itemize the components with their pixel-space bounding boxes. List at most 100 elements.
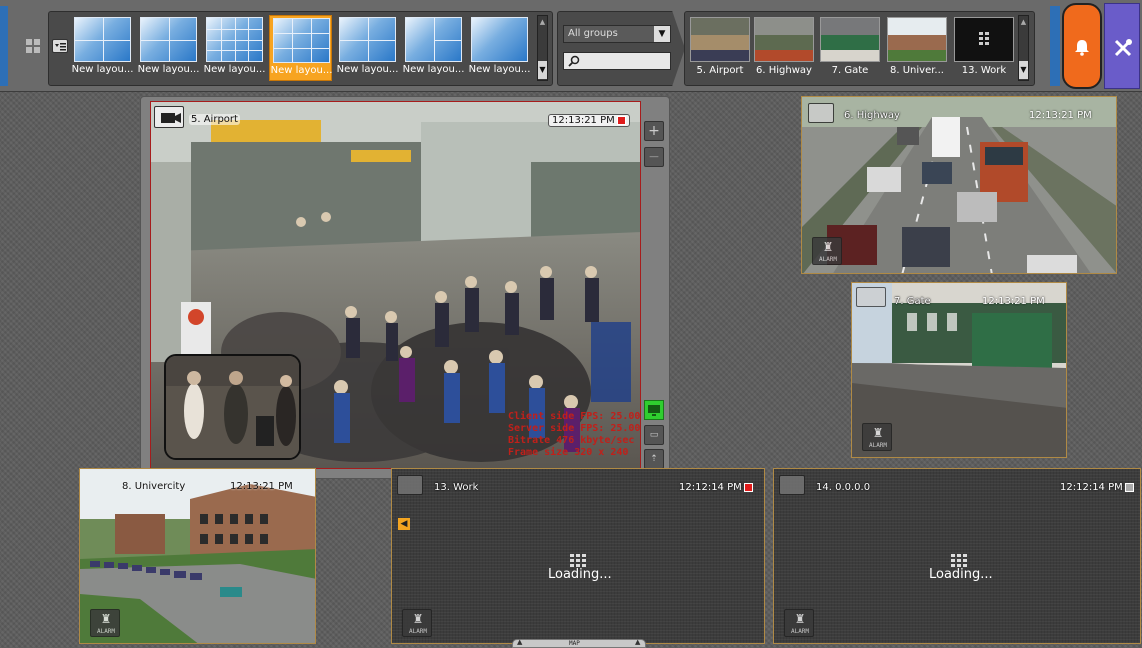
export-icon[interactable]: ⇡: [644, 449, 664, 469]
layout-thumb[interactable]: New layou...: [269, 15, 332, 81]
alarm-button[interactable]: [1062, 3, 1102, 89]
toolbar-left-edge: [0, 6, 8, 86]
camera-thumb-label: 13. Work: [961, 65, 1007, 76]
camera-time: 12:13:21 PM: [230, 481, 293, 492]
chevron-down-icon[interactable]: ▼: [654, 26, 670, 42]
camera-preview: [754, 17, 814, 62]
camera-thumb-label: 5. Airport: [696, 65, 744, 76]
camera-menu-icon[interactable]: [856, 287, 886, 307]
camera-name-label: 8. Univercity: [122, 481, 186, 492]
layout-preview-icon: [140, 17, 197, 62]
stat-frame-size: Frame size 320 x 240: [508, 447, 629, 458]
camera-menu-icon[interactable]: [154, 106, 184, 128]
camera-preview: [690, 17, 750, 62]
camera-name-label: 13. Work: [434, 482, 479, 493]
scroll-down-icon[interactable]: ▼: [538, 61, 547, 79]
loading-icon: [569, 553, 587, 567]
alarm-label: ALARM: [96, 628, 116, 635]
record-icon: [616, 115, 626, 125]
camera-name-label: 14. 0.0.0.0: [816, 482, 871, 493]
camera-menu-icon[interactable]: [397, 475, 423, 495]
camera-time-text: 12:12:14 PM: [679, 482, 742, 493]
map-tab-label: MAP: [569, 640, 580, 647]
viewport-airport[interactable]: 5. Airport 12:13:21 PM Client side FPS: …: [150, 101, 641, 469]
layout-label: New layou...: [402, 64, 465, 75]
chevron-up-icon: ▲: [517, 638, 523, 646]
layouts-scrollbar[interactable]: ▲ ▼: [537, 15, 548, 81]
alarm-button[interactable]: ♜ ALARM: [862, 423, 892, 451]
stream-stats: Client side FPS: 25.00 Server side FPS: …: [508, 411, 640, 459]
loading-text: Loading...: [929, 567, 993, 582]
viewport-ip[interactable]: 14. 0.0.0.0 12:12:14 PM Loading... ♜ ALA…: [773, 468, 1141, 644]
zoom-out-button[interactable]: −: [644, 147, 664, 167]
camera-preview: [820, 17, 880, 62]
layout-preview-icon: [273, 18, 330, 63]
layout-thumb[interactable]: New layou...: [336, 15, 399, 81]
camera-thumb-label: 7. Gate: [831, 65, 869, 76]
alarm-label: ALARM: [790, 628, 810, 635]
layout-thumb[interactable]: New layou...: [137, 15, 200, 81]
camera-name-label: 6. Highway: [844, 110, 900, 121]
camera-name-label: 5. Airport: [189, 114, 240, 125]
camera-time: 12:13:21 PM: [982, 296, 1045, 307]
group-select[interactable]: All groups ▼: [563, 25, 671, 43]
layout-thumb[interactable]: New layou...: [71, 15, 134, 81]
scroll-down-icon[interactable]: ▼: [1019, 61, 1028, 79]
alarm-button[interactable]: ♜ ALARM: [812, 237, 842, 265]
viewport-gate[interactable]: 7. Gate 12:13:21 PM ♜ ALARM: [851, 282, 1067, 458]
search-icon: [568, 55, 580, 67]
alarm-label: ALARM: [408, 628, 428, 635]
settings-button[interactable]: [1104, 3, 1140, 89]
bell-icon: [1075, 40, 1089, 56]
camera-menu-icon[interactable]: [779, 475, 805, 495]
loading-text: Loading...: [548, 567, 612, 582]
zoom-inset[interactable]: [164, 354, 301, 460]
alarm-label: ALARM: [868, 442, 888, 449]
event-marker-icon[interactable]: ◀: [398, 518, 410, 530]
camera-thumb[interactable]: 8. Univer...: [885, 15, 949, 81]
loading-icon: [950, 553, 968, 567]
record-icon: [743, 482, 753, 492]
scroll-up-icon[interactable]: ▲: [539, 18, 546, 26]
viewport-highway[interactable]: 6. Highway 12:13:21 PM ♜ ALARM: [801, 96, 1117, 274]
layout-thumb[interactable]: New layou...: [468, 15, 531, 81]
stat-bitrate: Bitrate 476 kbyte/sec: [508, 435, 635, 446]
camera-thumb[interactable]: 5. Airport: [688, 15, 752, 81]
stat-client-fps: Client side FPS: 25.00: [508, 411, 641, 422]
camera-thumb-label: 6. Highway: [756, 65, 812, 76]
camera-time: 12:13:21 PM: [548, 114, 630, 127]
cameras-scrollbar[interactable]: ▲ ▼: [1018, 15, 1029, 81]
alarm-label: ALARM: [818, 256, 838, 263]
tools-icon: [1114, 39, 1132, 57]
alarm-button[interactable]: ♜ ALARM: [90, 609, 120, 637]
camera-menu-icon[interactable]: [808, 103, 834, 123]
alarm-icon: ♜: [794, 612, 806, 626]
layout-preview-icon: [74, 17, 131, 62]
grid-view-icon[interactable]: [25, 38, 41, 54]
camera-name-label: 7. Gate: [894, 296, 931, 307]
layout-thumb[interactable]: New layou...: [203, 15, 266, 81]
camera-thumb[interactable]: 13. Work: [952, 15, 1016, 81]
alarm-button[interactable]: ♜ ALARM: [784, 609, 814, 637]
monitor-icon[interactable]: [644, 400, 664, 420]
group-select-value: All groups: [568, 28, 618, 39]
viewport-university[interactable]: 8. Univercity 12:13:21 PM ♜ ALARM: [79, 468, 316, 644]
zoom-in-button[interactable]: +: [644, 121, 664, 141]
alarm-icon: ♜: [412, 612, 424, 626]
camera-search-field[interactable]: [563, 52, 671, 70]
layout-menu-icon[interactable]: [52, 39, 68, 53]
layout-preview-icon: [405, 17, 462, 62]
alarm-button[interactable]: ♜ ALARM: [402, 609, 432, 637]
scroll-up-icon[interactable]: ▲: [1020, 18, 1027, 26]
archive-icon[interactable]: ▭: [644, 425, 664, 445]
layout-preview-icon: [471, 17, 528, 62]
toolbar-right-edge: [1050, 6, 1060, 86]
top-toolbar: New layou... New layou... New layou... New …: [0, 0, 1142, 92]
viewport-work[interactable]: 13. Work 12:12:14 PM ◀ Loading... ♜ ALAR…: [391, 468, 765, 644]
map-tab[interactable]: ▲ MAP ▲: [512, 638, 646, 648]
camera-preview: [887, 17, 947, 62]
camera-thumb[interactable]: 7. Gate: [818, 15, 882, 81]
layout-thumb[interactable]: New layou...: [402, 15, 465, 81]
camera-thumb[interactable]: 6. Highway: [752, 15, 816, 81]
camera-time-text: 12:13:21 PM: [552, 115, 615, 126]
